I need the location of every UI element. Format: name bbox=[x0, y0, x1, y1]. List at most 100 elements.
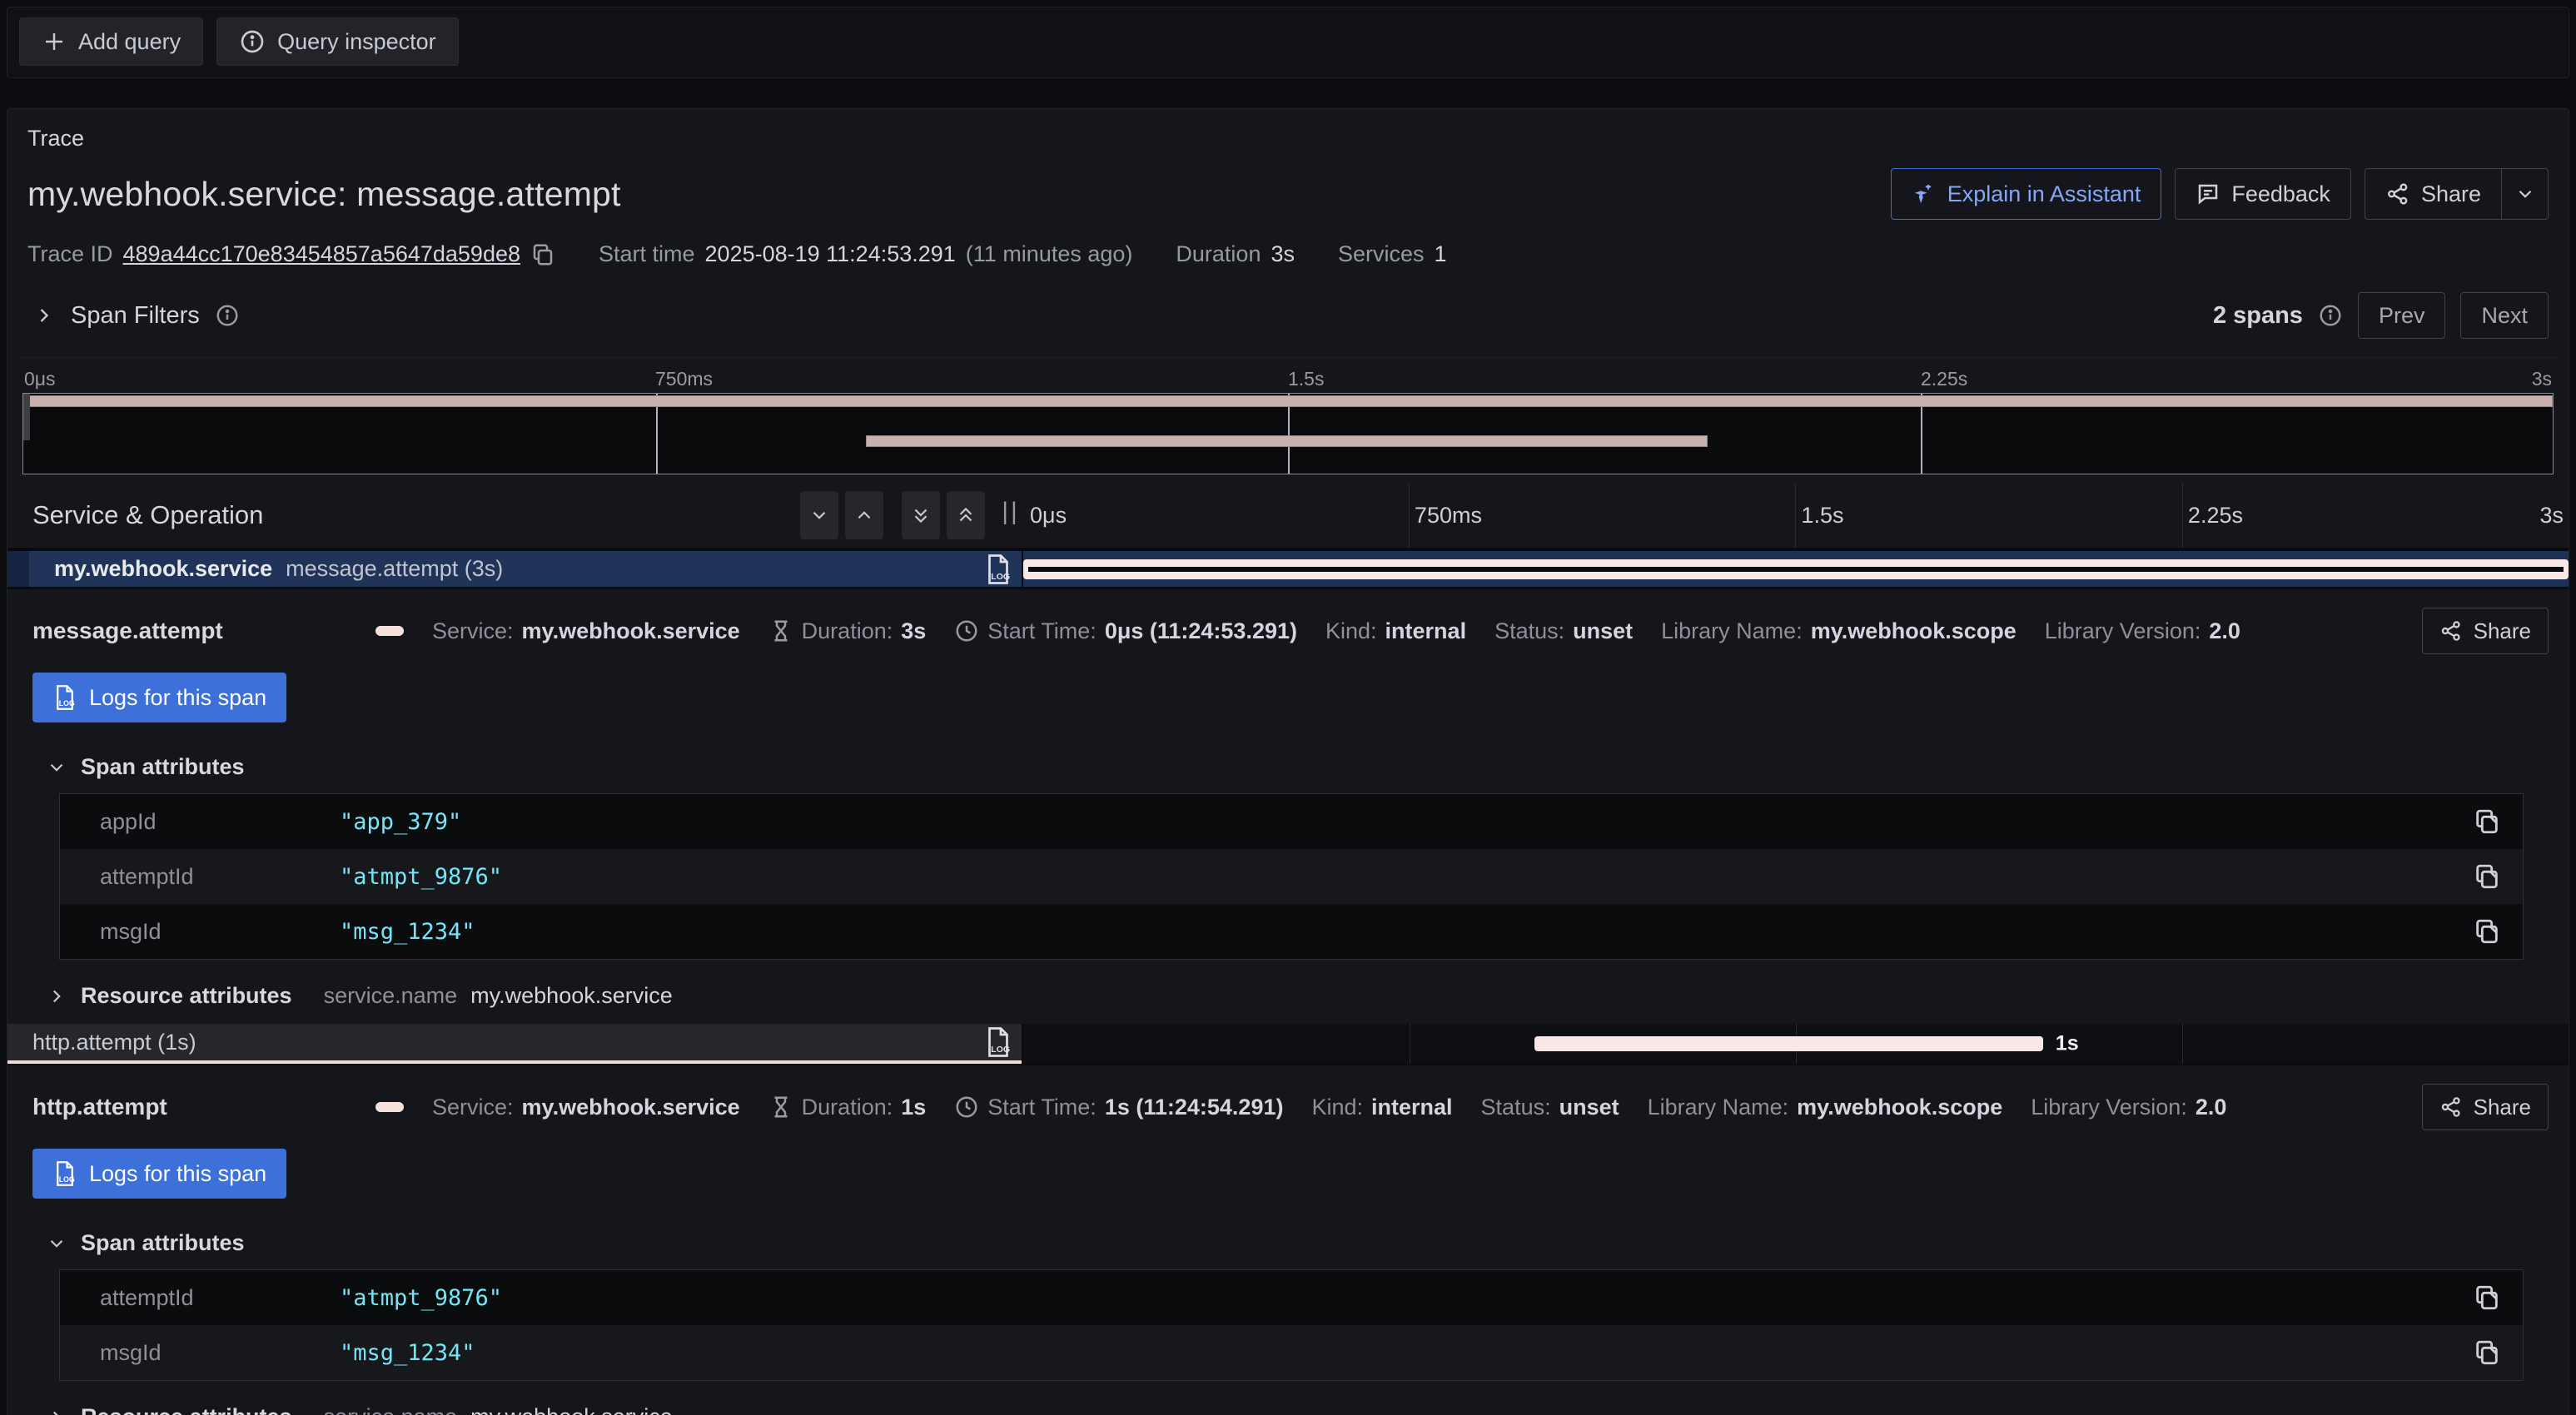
clock-icon bbox=[954, 1095, 979, 1120]
span-share-label: Share bbox=[2474, 1095, 2531, 1120]
span-row-http-attempt[interactable]: http.attempt (1s) LOG 1s bbox=[7, 1024, 2569, 1065]
share-button[interactable]: Share bbox=[2365, 168, 2502, 220]
attribute-key: attemptId bbox=[100, 864, 340, 890]
resource-attributes-toggle[interactable]: Resource attributes service.name my.webh… bbox=[46, 1404, 2549, 1415]
svg-text:LOG: LOG bbox=[59, 699, 75, 708]
span-bar-message-attempt[interactable] bbox=[1023, 559, 2569, 579]
timeline-gridline bbox=[1409, 483, 1410, 548]
span-filters-toggle[interactable]: Span Filters bbox=[32, 302, 240, 330]
add-query-button[interactable]: Add query bbox=[19, 17, 203, 66]
timeline-ruler: 0μs 750ms 1.5s 2.25s 3s bbox=[1022, 483, 2569, 548]
resource-attributes-toggle[interactable]: Resource attributes service.name my.webh… bbox=[46, 983, 2549, 1009]
feedback-button[interactable]: Feedback bbox=[2175, 168, 2351, 220]
share-menu-caret[interactable] bbox=[2502, 168, 2549, 220]
attribute-value: "atmpt_9876" bbox=[340, 864, 502, 890]
library-version-value: 2.0 bbox=[2209, 618, 2240, 644]
panel-title: Trace bbox=[7, 109, 2569, 156]
library-name-label: Library Name: bbox=[1648, 1095, 1789, 1120]
attribute-key: msgId bbox=[100, 919, 340, 945]
trace-panel: Trace my.webhook.service: message.attemp… bbox=[7, 108, 2569, 1415]
copy-icon[interactable] bbox=[530, 242, 555, 267]
span-share-label: Share bbox=[2474, 618, 2531, 644]
library-name-label: Library Name: bbox=[1661, 618, 1803, 644]
minimap-tick: 2.25s bbox=[1921, 368, 1967, 390]
copy-icon[interactable] bbox=[2473, 917, 2501, 946]
library-version-label: Library Version: bbox=[2031, 1095, 2187, 1120]
start-time-value: 2025-08-19 11:24:53.291 bbox=[705, 241, 956, 267]
copy-icon[interactable] bbox=[2473, 862, 2501, 891]
start-time-label: Start Time: bbox=[987, 618, 1097, 644]
explain-in-assistant-button[interactable]: Explain in Assistant bbox=[1891, 168, 2162, 220]
chevron-right-icon bbox=[46, 986, 67, 1007]
attribute-value: "app_379" bbox=[340, 809, 461, 835]
column-resize-handle[interactable]: || bbox=[1000, 498, 1022, 533]
span-detail-message-attempt: message.attempt Service:my.webhook.servi… bbox=[7, 589, 2569, 1024]
next-span-button[interactable]: Next bbox=[2460, 292, 2549, 339]
collapse-one-button[interactable] bbox=[800, 491, 838, 539]
span-detail-name: message.attempt bbox=[32, 618, 375, 644]
span-attributes-toggle[interactable]: Span attributes bbox=[46, 754, 2549, 780]
span-filters-title: Span Filters bbox=[71, 302, 200, 330]
timeline-gridline bbox=[2182, 483, 2183, 548]
start-time-value: 0μs (11:24:53.291) bbox=[1105, 618, 1297, 644]
info-circle-icon[interactable] bbox=[215, 303, 240, 328]
resource-key: service.name bbox=[324, 983, 458, 1009]
expand-all-button[interactable] bbox=[947, 491, 985, 539]
copy-icon[interactable] bbox=[2473, 1338, 2501, 1367]
query-inspector-button[interactable]: Query inspector bbox=[216, 17, 459, 66]
status-value: unset bbox=[1559, 1095, 1619, 1120]
service-value: my.webhook.service bbox=[522, 1095, 740, 1120]
span-share-button[interactable]: Share bbox=[2422, 608, 2549, 654]
sparkle-icon bbox=[1912, 181, 1937, 206]
info-circle-icon[interactable] bbox=[2318, 303, 2343, 328]
trace-id-value[interactable]: 489a44cc170e83454857a5647da59de8 bbox=[123, 241, 520, 267]
minimap-root-span-bar bbox=[23, 395, 2553, 407]
timeline-gridline bbox=[2182, 1024, 2183, 1064]
timeline-tick: 3s bbox=[2539, 503, 2564, 529]
attribute-key: appId bbox=[100, 809, 340, 835]
start-time-label: Start time bbox=[599, 241, 695, 267]
span-row-service: my.webhook.service bbox=[54, 556, 272, 582]
copy-icon[interactable] bbox=[2473, 1283, 2501, 1312]
double-chevron-down-icon bbox=[910, 504, 932, 526]
logs-for-span-button[interactable]: LOG Logs for this span bbox=[32, 673, 286, 722]
status-label: Status: bbox=[1494, 618, 1564, 644]
span-attributes-title: Span attributes bbox=[81, 1230, 245, 1256]
minimap-canvas[interactable] bbox=[22, 393, 2554, 474]
trace-heading: my.webhook.service: message.attempt bbox=[27, 175, 621, 214]
attribute-row: attemptId "atmpt_9876" bbox=[60, 1270, 2523, 1325]
attribute-value: "msg_1234" bbox=[340, 919, 475, 945]
span-row-operation: message.attempt (3s) bbox=[286, 556, 503, 582]
span-bar-http-attempt[interactable] bbox=[1534, 1036, 2043, 1051]
service-value: my.webhook.service bbox=[522, 618, 740, 644]
resource-key: service.name bbox=[324, 1404, 458, 1415]
prev-span-button[interactable]: Prev bbox=[2358, 292, 2446, 339]
expand-one-button[interactable] bbox=[845, 491, 883, 539]
span-attributes-table: appId "app_379" attemptId "atmpt_9876" m… bbox=[59, 793, 2524, 960]
trace-minimap: 0μs 750ms 1.5s 2.25s 3s bbox=[7, 358, 2569, 474]
copy-icon[interactable] bbox=[2473, 807, 2501, 836]
resource-attributes-title: Resource attributes bbox=[81, 1404, 292, 1415]
trace-id-label: Trace ID bbox=[27, 241, 113, 267]
service-operation-header: Service & Operation bbox=[32, 500, 263, 530]
clock-icon bbox=[954, 618, 979, 643]
minimap-viewport-handle[interactable] bbox=[23, 394, 30, 440]
explain-label: Explain in Assistant bbox=[1947, 181, 2141, 207]
logs-for-span-label: Logs for this span bbox=[89, 1161, 266, 1187]
span-share-button[interactable]: Share bbox=[2422, 1084, 2549, 1130]
attribute-row: attemptId "atmpt_9876" bbox=[60, 849, 2523, 904]
log-icon[interactable]: LOG bbox=[983, 553, 1013, 586]
logs-for-span-button[interactable]: LOG Logs for this span bbox=[32, 1149, 286, 1199]
collapse-all-button[interactable] bbox=[902, 491, 940, 539]
timeline-tick: 1.5s bbox=[1801, 503, 1843, 529]
span-row-message-attempt[interactable]: my.webhook.service message.attempt (3s) … bbox=[7, 551, 2569, 589]
chevron-down-icon bbox=[46, 1233, 67, 1254]
log-icon[interactable]: LOG bbox=[983, 1025, 1013, 1059]
logs-for-span-label: Logs for this span bbox=[89, 685, 266, 711]
chevron-right-icon bbox=[46, 1407, 67, 1415]
library-name-value: my.webhook.scope bbox=[1797, 1095, 2002, 1120]
span-attributes-toggle[interactable]: Span attributes bbox=[46, 1230, 2549, 1256]
feedback-label: Feedback bbox=[2231, 181, 2330, 207]
status-value: unset bbox=[1573, 618, 1633, 644]
duration-value: 3s bbox=[1271, 241, 1295, 267]
